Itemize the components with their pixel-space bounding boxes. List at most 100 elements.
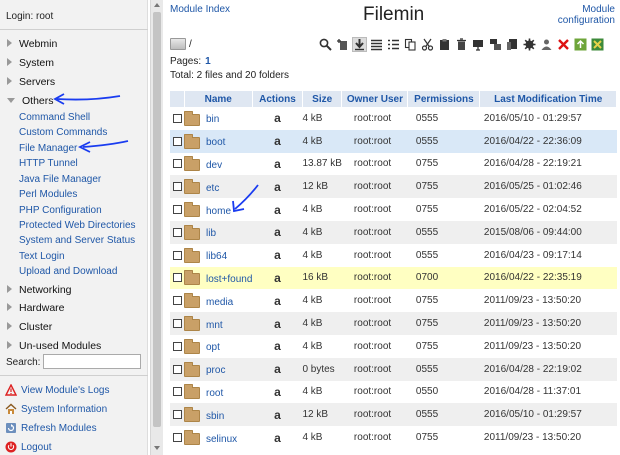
copy-icon[interactable] — [403, 37, 418, 52]
scroll-up-arrow-icon[interactable] — [154, 3, 160, 7]
category-webmin[interactable]: Webmin — [7, 38, 57, 50]
actions-icon[interactable]: a — [252, 220, 303, 244]
actions-icon[interactable]: a — [252, 426, 303, 449]
file-name-link[interactable]: opt — [206, 342, 220, 353]
drive-icon[interactable] — [170, 38, 186, 50]
scrollbar-thumb[interactable] — [153, 12, 161, 427]
table-row[interactable]: lib64 a 4 kB root:root 0555 2016/04/23 - 09:1… — [170, 243, 617, 267]
table-row[interactable]: home a 4 kB root:root 0755 2016/05/22 - 02:04… — [170, 198, 617, 221]
file-name-link[interactable]: selinux — [206, 434, 237, 445]
user-icon[interactable] — [539, 37, 554, 52]
file-name-link[interactable]: root — [206, 388, 223, 399]
table-row[interactable]: lib a 4 kB root:root 0555 2015/08/06 - 09:44:… — [170, 220, 617, 244]
row-checkbox[interactable] — [172, 136, 182, 146]
sidebar-scrollbar[interactable] — [150, 0, 163, 455]
cut-icon[interactable] — [420, 37, 435, 52]
search-input[interactable] — [43, 354, 141, 369]
actions-icon[interactable]: a — [252, 289, 303, 313]
module-http-tunnel[interactable]: HTTP Tunnel — [19, 158, 78, 169]
actions-icon[interactable]: a — [252, 312, 303, 335]
file-name-link[interactable]: bin — [206, 114, 219, 125]
row-checkbox[interactable] — [172, 364, 182, 374]
actions-icon[interactable]: a — [252, 334, 303, 358]
move-icon[interactable] — [471, 37, 486, 52]
category-cluster[interactable]: Cluster — [7, 321, 52, 333]
module-configuration-link[interactable]: Module configuration — [545, 4, 615, 26]
page-link-current[interactable]: 1 — [205, 56, 211, 67]
file-name-link[interactable]: dev — [206, 160, 222, 171]
actions-icon[interactable]: a — [252, 243, 303, 267]
module-system-server-status[interactable]: System and Server Status — [19, 235, 135, 246]
module-text-login[interactable]: Text Login — [19, 251, 65, 262]
row-checkbox[interactable] — [172, 159, 182, 169]
file-name-link[interactable]: proc — [206, 365, 225, 376]
system-information-link[interactable]: System Information — [5, 403, 107, 415]
actions-icon[interactable]: a — [252, 357, 303, 381]
settings-icon[interactable] — [522, 37, 537, 52]
module-file-manager[interactable]: File Manager — [19, 143, 77, 154]
column-permissions[interactable]: Permissions — [407, 91, 481, 107]
category-servers[interactable]: Servers — [7, 76, 55, 88]
actions-icon[interactable]: a — [252, 152, 303, 176]
path-text[interactable]: / — [189, 39, 192, 50]
row-checkbox[interactable] — [172, 387, 182, 397]
delete-icon[interactable] — [454, 37, 469, 52]
row-checkbox[interactable] — [172, 113, 182, 123]
actions-icon[interactable]: a — [252, 175, 303, 199]
category-unused-modules[interactable]: Un-used Modules — [7, 340, 101, 352]
search-icon[interactable] — [318, 37, 333, 52]
list-view-icon[interactable] — [369, 37, 384, 52]
row-checkbox[interactable] — [172, 410, 182, 420]
file-name-link[interactable]: lost+found — [206, 274, 252, 285]
row-checkbox[interactable] — [172, 296, 182, 306]
actions-icon[interactable]: a — [252, 107, 303, 130]
actions-icon[interactable]: a — [252, 266, 303, 290]
refresh-modules-link[interactable]: Refresh Modules — [5, 422, 97, 434]
file-name-link[interactable]: home — [206, 206, 231, 217]
module-custom-commands[interactable]: Custom Commands — [19, 127, 107, 138]
row-checkbox[interactable] — [172, 250, 182, 260]
detail-view-icon[interactable] — [386, 37, 401, 52]
table-row[interactable]: bin a 4 kB root:root 0555 2016/05/10 - 01:29:… — [170, 107, 617, 130]
category-others[interactable]: Others — [7, 95, 54, 107]
column-last-modified[interactable]: Last Modification Time — [479, 91, 617, 107]
logout-link[interactable]: Logout — [5, 441, 52, 453]
table-row[interactable]: lost+found a 16 kB root:root 0700 2016/04/22 … — [170, 266, 617, 290]
module-protected-web-directories[interactable]: Protected Web Directories — [19, 220, 136, 231]
table-row[interactable]: selinux a 4 kB root:root 0755 2011/09/23 - 13… — [170, 426, 617, 449]
download-icon[interactable] — [352, 36, 367, 52]
table-row[interactable]: media a 4 kB root:root 0755 2011/09/23 - 13:5… — [170, 289, 617, 313]
table-row[interactable]: opt a 4 kB root:root 0755 2011/09/23 - 13:50:… — [170, 334, 617, 358]
file-name-link[interactable]: mnt — [206, 320, 223, 331]
file-name-link[interactable]: boot — [206, 137, 225, 148]
module-upload-download[interactable]: Upload and Download — [19, 266, 117, 277]
file-name-link[interactable]: media — [206, 297, 233, 308]
column-size[interactable]: Size — [302, 91, 343, 107]
row-checkbox[interactable] — [172, 433, 182, 443]
new-file-icon[interactable] — [335, 37, 350, 52]
row-checkbox[interactable] — [172, 227, 182, 237]
scroll-down-arrow-icon[interactable] — [154, 446, 160, 450]
row-checkbox[interactable] — [172, 273, 182, 283]
paste-icon[interactable] — [437, 37, 452, 52]
close-icon[interactable] — [556, 37, 571, 52]
module-java-file-manager[interactable]: Java File Manager — [19, 174, 101, 185]
row-checkbox[interactable] — [172, 205, 182, 215]
actions-icon[interactable]: a — [252, 198, 303, 221]
file-name-link[interactable]: etc — [206, 183, 219, 194]
column-owner[interactable]: Owner User — [341, 91, 409, 107]
file-name-link[interactable]: lib64 — [206, 251, 227, 262]
row-checkbox[interactable] — [172, 341, 182, 351]
module-index-link[interactable]: Module Index — [170, 4, 230, 15]
row-checkbox[interactable] — [172, 319, 182, 329]
actions-icon[interactable]: a — [252, 129, 303, 153]
table-row[interactable]: sbin a 12 kB root:root 0555 2016/05/10 - 01:2… — [170, 403, 617, 427]
module-php-configuration[interactable]: PHP Configuration — [19, 205, 102, 216]
table-row[interactable]: root a 4 kB root:root 0550 2016/04/28 - 11:37… — [170, 380, 617, 404]
table-row[interactable]: mnt a 4 kB root:root 0755 2011/09/23 - 13:50:… — [170, 312, 617, 335]
extract-icon[interactable] — [590, 37, 605, 52]
category-hardware[interactable]: Hardware — [7, 302, 65, 314]
category-networking[interactable]: Networking — [7, 284, 72, 296]
upload-icon[interactable] — [573, 37, 588, 52]
module-command-shell[interactable]: Command Shell — [19, 112, 90, 123]
